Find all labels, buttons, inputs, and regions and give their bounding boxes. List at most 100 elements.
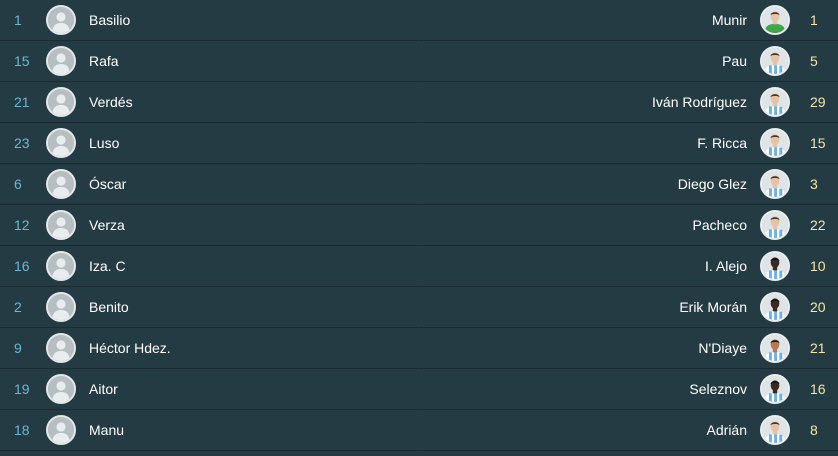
player-number: 16: [810, 381, 826, 397]
player-name: I. Alejo: [704, 258, 747, 274]
player-name: Verdés: [89, 94, 133, 110]
player-number: 15: [14, 53, 30, 69]
player-photo-icon: [762, 253, 788, 279]
user-silhouette-icon: [46, 5, 76, 35]
user-silhouette-icon: [48, 7, 74, 33]
player-name: Adrián: [706, 422, 747, 438]
away-player-row[interactable]: Pau 5: [419, 41, 838, 82]
player-photo-icon: [760, 46, 790, 76]
player-photo-icon: [762, 417, 788, 443]
home-player-row[interactable]: 12 Verza: [0, 205, 418, 246]
away-team-lineup: Munir 1 Pau 5 Iván Rodríguez 29 F. Ricca 15 Dieg…: [419, 0, 838, 451]
home-player-row[interactable]: 16 Iza. C: [0, 246, 418, 287]
player-photo-icon: [762, 335, 788, 361]
away-player-row[interactable]: F. Ricca 15: [419, 123, 838, 164]
player-number: 6: [14, 176, 22, 192]
user-silhouette-icon: [46, 87, 76, 117]
away-player-row[interactable]: I. Alejo 10: [419, 246, 838, 287]
player-number: 3: [810, 176, 818, 192]
player-name: Aitor: [89, 381, 118, 397]
user-silhouette-icon: [46, 128, 76, 158]
player-number: 29: [810, 94, 826, 110]
player-number: 10: [810, 258, 826, 274]
user-silhouette-icon: [46, 251, 76, 281]
player-name: Iván Rodríguez: [652, 94, 747, 110]
player-number: 20: [810, 299, 826, 315]
player-name: N'Diaye: [698, 340, 747, 356]
player-photo-icon: [762, 48, 788, 74]
home-team-lineup: 1 Basilio 15 Rafa 21 Verdés 23 Luso 6 Óscar 12 Verz…: [0, 0, 418, 451]
away-player-row[interactable]: N'Diaye 21: [419, 328, 838, 369]
user-silhouette-icon: [48, 253, 74, 279]
user-silhouette-icon: [46, 210, 76, 240]
player-number: 16: [14, 258, 30, 274]
player-number: 19: [14, 381, 30, 397]
home-player-row[interactable]: 2 Benito: [0, 287, 418, 328]
player-photo-icon: [760, 415, 790, 445]
player-number: 5: [810, 53, 818, 69]
player-name: Héctor Hdez.: [89, 340, 171, 356]
player-number: 18: [14, 422, 30, 438]
away-player-row[interactable]: Pacheco 22: [419, 205, 838, 246]
player-number: 8: [810, 422, 818, 438]
player-photo-icon: [760, 333, 790, 363]
player-name: Luso: [89, 135, 120, 151]
user-silhouette-icon: [48, 48, 74, 74]
player-photo-icon: [762, 171, 788, 197]
home-player-row[interactable]: 9 Héctor Hdez.: [0, 328, 418, 369]
player-name: Iza. C: [89, 258, 126, 274]
user-silhouette-icon: [48, 294, 74, 320]
user-silhouette-icon: [48, 130, 74, 156]
player-photo-icon: [762, 89, 788, 115]
user-silhouette-icon: [48, 89, 74, 115]
player-name: Verza: [89, 217, 125, 233]
player-photo-icon: [760, 87, 790, 117]
away-player-row[interactable]: Seleznov 16: [419, 369, 838, 410]
player-name: Diego Glez: [677, 176, 747, 192]
user-silhouette-icon: [46, 46, 76, 76]
player-photo-icon: [762, 376, 788, 402]
player-name: Erik Morán: [679, 299, 747, 315]
away-player-row[interactable]: Iván Rodríguez 29: [419, 82, 838, 123]
player-number: 21: [14, 94, 30, 110]
user-silhouette-icon: [46, 292, 76, 322]
user-silhouette-icon: [46, 333, 76, 363]
home-player-row[interactable]: 6 Óscar: [0, 164, 418, 205]
player-number: 9: [14, 340, 22, 356]
user-silhouette-icon: [48, 171, 74, 197]
away-player-row[interactable]: Diego Glez 3: [419, 164, 838, 205]
user-silhouette-icon: [46, 169, 76, 199]
user-silhouette-icon: [48, 376, 74, 402]
player-number: 15: [810, 135, 826, 151]
player-number: 2: [14, 299, 22, 315]
user-silhouette-icon: [46, 415, 76, 445]
home-player-row[interactable]: 19 Aitor: [0, 369, 418, 410]
player-number: 21: [810, 340, 826, 356]
home-player-row[interactable]: 21 Verdés: [0, 82, 418, 123]
user-silhouette-icon: [46, 374, 76, 404]
player-name: Óscar: [89, 176, 127, 192]
player-photo-icon: [762, 212, 788, 238]
home-player-row[interactable]: 23 Luso: [0, 123, 418, 164]
player-photo-icon: [760, 374, 790, 404]
user-silhouette-icon: [48, 212, 74, 238]
player-photo-icon: [760, 292, 790, 322]
home-player-row[interactable]: 1 Basilio: [0, 0, 418, 41]
player-name: Benito: [89, 299, 129, 315]
player-number: 1: [14, 12, 22, 28]
away-player-row[interactable]: Erik Morán 20: [419, 287, 838, 328]
player-photo-icon: [760, 210, 790, 240]
player-photo-icon: [760, 128, 790, 158]
player-photo-icon: [760, 251, 790, 281]
away-player-row[interactable]: Munir 1: [419, 0, 838, 41]
player-number: 12: [14, 217, 30, 233]
away-player-row[interactable]: Adrián 8: [419, 410, 838, 451]
user-silhouette-icon: [48, 335, 74, 361]
player-photo-icon: [760, 5, 790, 35]
player-name: Munir: [711, 12, 747, 28]
home-player-row[interactable]: 18 Manu: [0, 410, 418, 451]
player-name: Rafa: [89, 53, 119, 69]
home-player-row[interactable]: 15 Rafa: [0, 41, 418, 82]
user-silhouette-icon: [48, 417, 74, 443]
player-name: Manu: [89, 422, 125, 438]
